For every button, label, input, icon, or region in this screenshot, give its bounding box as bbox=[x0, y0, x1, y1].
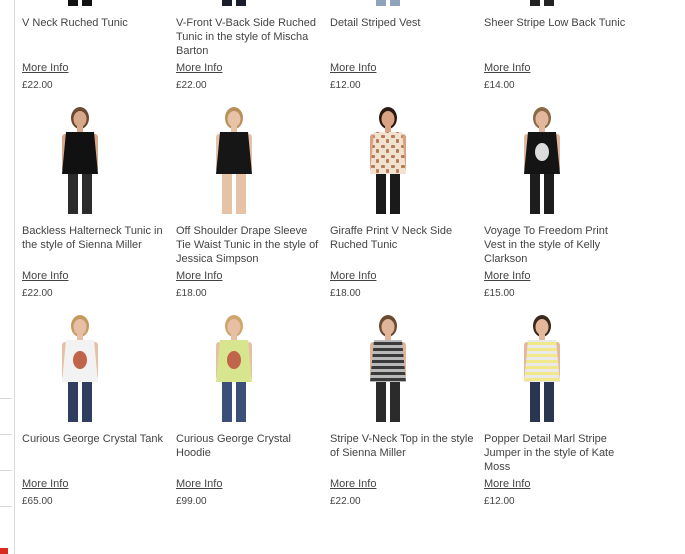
product-title[interactable]: V-Front V-Back Side Ruched Tunic in the … bbox=[176, 16, 322, 58]
product-image[interactable] bbox=[176, 0, 292, 6]
woman-in-yellow-striped-jumper bbox=[524, 315, 560, 422]
woman-in-striped-vest bbox=[376, 0, 400, 6]
woman-in-sheer-striped-tunic bbox=[530, 0, 554, 6]
product-image[interactable] bbox=[22, 312, 138, 422]
product-price: £15.00 bbox=[484, 288, 515, 299]
woman-in-black-backless-tunic bbox=[62, 107, 98, 214]
product-image[interactable] bbox=[484, 0, 600, 6]
product-title[interactable]: Detail Striped Vest bbox=[330, 16, 476, 30]
product-price: £65.00 bbox=[22, 496, 53, 507]
product-image[interactable] bbox=[330, 0, 446, 6]
product-price: £22.00 bbox=[176, 80, 207, 91]
woman-in-green-crystal-hoodie bbox=[216, 315, 252, 422]
product-card: V Neck Ruched Tunic More Info £22.00 bbox=[0, 0, 150, 104]
product-price: £99.00 bbox=[176, 496, 207, 507]
woman-in-striped-v-neck-top bbox=[370, 315, 406, 422]
product-card: V-Front V-Back Side Ruched Tunic in the … bbox=[154, 0, 316, 104]
product-image[interactable] bbox=[484, 104, 600, 214]
more-info-link[interactable]: More Info bbox=[330, 269, 376, 283]
product-price: £22.00 bbox=[22, 288, 53, 299]
product-image[interactable] bbox=[22, 0, 138, 6]
woman-in-black-print-vest bbox=[524, 107, 560, 214]
more-info-link[interactable]: More Info bbox=[22, 269, 68, 283]
product-title[interactable]: Sheer Stripe Low Back Tunic bbox=[484, 16, 630, 30]
product-card: Popper Detail Marl Stripe Jumper in the … bbox=[462, 312, 614, 520]
product-title[interactable]: Stripe V-Neck Top in the style of Sienna… bbox=[330, 432, 476, 460]
product-price: £18.00 bbox=[330, 288, 361, 299]
product-card: Voyage To Freedom Print Vest in the styl… bbox=[462, 104, 612, 312]
product-price: £12.00 bbox=[330, 80, 361, 91]
product-title[interactable]: Popper Detail Marl Stripe Jumper in the … bbox=[484, 432, 630, 474]
more-info-link[interactable]: More Info bbox=[22, 477, 68, 491]
product-title[interactable]: V Neck Ruched Tunic bbox=[22, 16, 168, 30]
more-info-link[interactable]: More Info bbox=[484, 477, 530, 491]
product-image[interactable] bbox=[176, 312, 292, 422]
product-title[interactable]: Curious George Crystal Hoodie bbox=[176, 432, 322, 460]
product-image[interactable] bbox=[330, 312, 446, 422]
more-info-link[interactable]: More Info bbox=[330, 477, 376, 491]
more-info-link[interactable]: More Info bbox=[176, 477, 222, 491]
product-title[interactable]: Off Shoulder Drape Sleeve Tie Waist Tuni… bbox=[176, 224, 322, 266]
woman-in-giraffe-print-tunic bbox=[370, 107, 406, 214]
product-card: Stripe V-Neck Top in the style of Sienna… bbox=[308, 312, 473, 520]
product-title[interactable]: Backless Halterneck Tunic in the style o… bbox=[22, 224, 168, 252]
product-price: £22.00 bbox=[330, 496, 361, 507]
more-info-link[interactable]: More Info bbox=[484, 61, 530, 75]
woman-in-white-crystal-tank bbox=[62, 315, 98, 422]
product-title[interactable]: Voyage To Freedom Print Vest in the styl… bbox=[484, 224, 630, 266]
woman-in-navy-tunic bbox=[222, 0, 246, 6]
more-info-link[interactable]: More Info bbox=[176, 269, 222, 283]
more-info-link[interactable]: More Info bbox=[484, 269, 530, 283]
product-card: Giraffe Print V Neck Side Ruched Tunic M… bbox=[308, 104, 458, 312]
product-title[interactable]: Giraffe Print V Neck Side Ruched Tunic bbox=[330, 224, 476, 252]
product-image[interactable] bbox=[330, 104, 446, 214]
woman-in-off-shoulder-black-dress bbox=[216, 107, 252, 214]
more-info-link[interactable]: More Info bbox=[22, 61, 68, 75]
product-card: Sheer Stripe Low Back Tunic More Info £1… bbox=[462, 0, 625, 104]
product-card: Curious George Crystal Hoodie More Info … bbox=[154, 312, 304, 520]
product-price: £12.00 bbox=[484, 496, 515, 507]
product-image[interactable] bbox=[176, 104, 292, 214]
product-card: Off Shoulder Drape Sleeve Tie Waist Tuni… bbox=[154, 104, 318, 312]
product-card: Backless Halterneck Tunic in the style o… bbox=[0, 104, 163, 312]
product-card: Curious George Crystal Tank More Info £6… bbox=[0, 312, 163, 520]
product-price: £18.00 bbox=[176, 288, 207, 299]
product-card: Detail Striped Vest More Info £12.00 bbox=[308, 0, 458, 104]
product-title[interactable]: Curious George Crystal Tank bbox=[22, 432, 168, 446]
product-grid: V Neck Ruched Tunic More Info £22.00 V-F… bbox=[0, 0, 685, 554]
product-price: £14.00 bbox=[484, 80, 515, 91]
product-price: £22.00 bbox=[22, 80, 53, 91]
product-image[interactable] bbox=[22, 104, 138, 214]
product-image[interactable] bbox=[484, 312, 600, 422]
more-info-link[interactable]: More Info bbox=[330, 61, 376, 75]
more-info-link[interactable]: More Info bbox=[176, 61, 222, 75]
woman-in-pink-ruched-tunic bbox=[68, 0, 92, 6]
